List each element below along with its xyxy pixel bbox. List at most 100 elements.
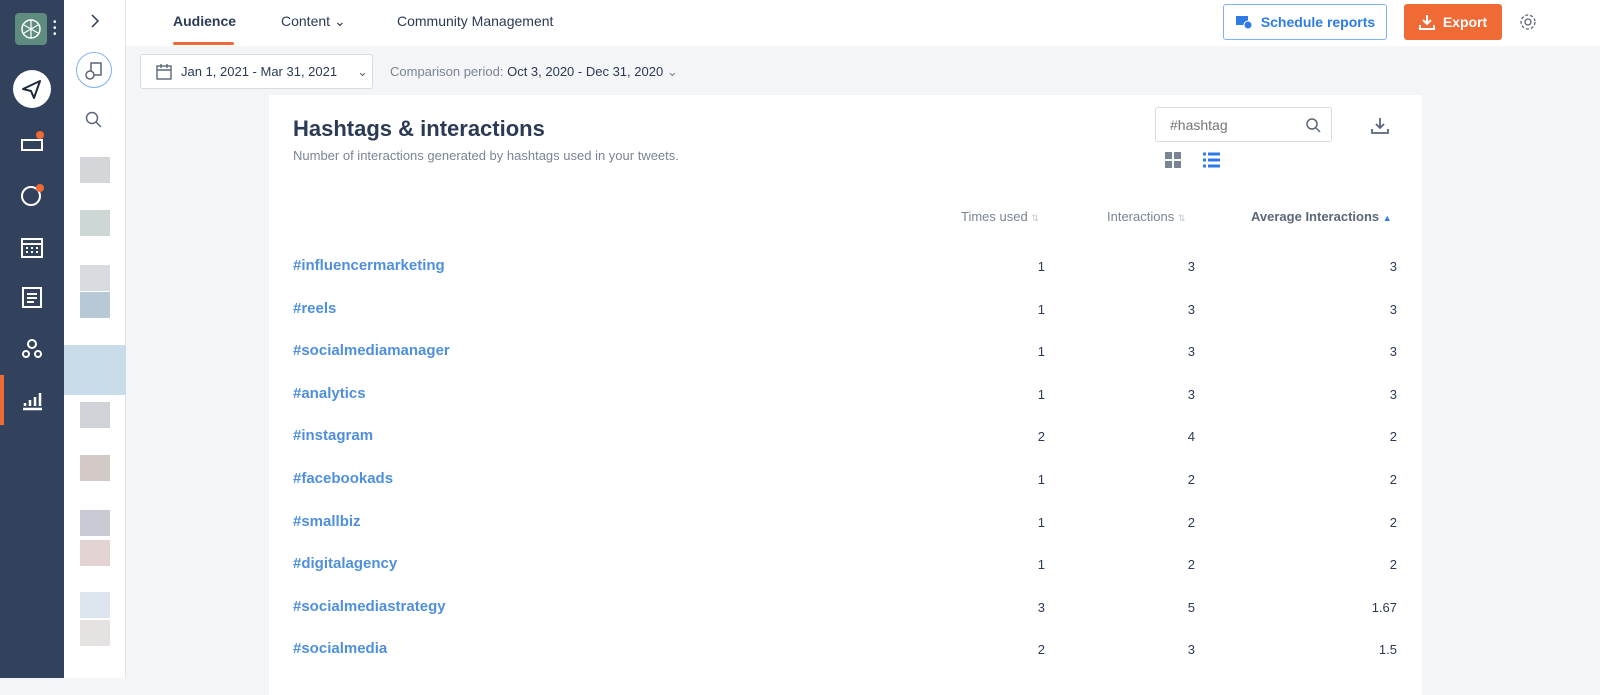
report-item[interactable] <box>80 402 110 428</box>
hashtag-link[interactable]: #instagram <box>293 427 373 444</box>
tab-community-management[interactable]: Community Management <box>397 13 553 29</box>
hashtag-search-input[interactable] <box>1170 117 1300 133</box>
sort-ascending-icon: ▲ <box>1382 213 1392 223</box>
average-interactions-value: 2 <box>1389 472 1397 487</box>
compose-button[interactable] <box>13 70 51 108</box>
report-panel <box>64 0 126 678</box>
analytics-icon[interactable] <box>20 388 44 412</box>
column-header-label: Average Interactions <box>1251 209 1380 224</box>
comparison-value: Oct 3, 2020 - Dec 31, 2020 <box>507 64 664 79</box>
column-header-times-used[interactable]: Times used ⇅ <box>961 209 1039 224</box>
interactions-value: 3 <box>1187 259 1195 274</box>
active-tab-underline <box>173 42 234 45</box>
schedule-reports-button[interactable]: Schedule reports <box>1223 4 1387 40</box>
more-icon[interactable]: • • • <box>53 18 57 40</box>
export-label: Export <box>1442 14 1488 30</box>
search-icon[interactable] <box>1305 117 1321 133</box>
average-interactions-value: 3 <box>1389 301 1397 317</box>
column-header-average-interactions[interactable]: Average Interactions ▲ <box>1251 209 1392 224</box>
download-icon[interactable] <box>1370 116 1390 136</box>
hashtag-link[interactable]: #socialmediamanager <box>293 342 450 359</box>
report-item[interactable] <box>80 540 110 566</box>
hashtag-link[interactable]: #socialmediastrategy <box>293 598 446 615</box>
tab-audience[interactable]: Audience <box>173 13 236 29</box>
table-row: #instagram 2 4 2 <box>269 418 1422 460</box>
interactions-value: 5 <box>1187 599 1195 615</box>
column-header-label: Interactions <box>1107 209 1175 224</box>
inbox-icon[interactable] <box>20 130 44 154</box>
average-interactions-value: 1.67 <box>1371 599 1397 615</box>
date-range-picker[interactable]: Jan 1, 2021 - Mar 31, 2021 ⌄ <box>140 54 373 89</box>
calendar-icon[interactable] <box>20 235 44 259</box>
tab-content-label: Content <box>281 13 331 29</box>
average-interactions-value: 3 <box>1389 259 1397 274</box>
expand-chevron-icon[interactable] <box>88 12 102 30</box>
average-interactions-value: 1.5 <box>1378 642 1397 658</box>
table-row: #influencermarketing 1 3 3 <box>269 248 1422 290</box>
column-header-label: Times used <box>961 209 1028 224</box>
export-button[interactable]: Export <box>1404 4 1502 40</box>
times-used-value: 1 <box>1037 386 1045 402</box>
times-used-value: 1 <box>1037 557 1045 573</box>
table-row: #facebookads 1 2 2 <box>269 461 1422 503</box>
comparison-label: Comparison period: <box>390 64 504 79</box>
times-used-value: 2 <box>1037 642 1045 658</box>
tasks-icon[interactable] <box>20 285 44 309</box>
times-used-value: 1 <box>1037 301 1045 317</box>
gear-icon[interactable] <box>1519 13 1537 31</box>
sort-icon: ⇅ <box>1177 213 1186 223</box>
search-icon[interactable] <box>84 110 104 130</box>
table-row: #analytics 1 3 3 <box>269 376 1422 418</box>
report-item[interactable] <box>80 292 110 318</box>
average-interactions-value: 3 <box>1389 344 1397 360</box>
hashtags-card: Hashtags & interactions Number of intera… <box>269 95 1422 695</box>
report-item[interactable] <box>80 210 110 236</box>
report-item[interactable] <box>80 510 110 536</box>
tab-content[interactable]: Content ⌄ <box>281 13 346 30</box>
report-item-selected[interactable] <box>64 345 126 395</box>
comparison-period-picker[interactable]: Comparison period: Oct 3, 2020 - Dec 31,… <box>390 64 678 80</box>
interactions-value: 2 <box>1187 472 1195 487</box>
report-item[interactable] <box>80 620 110 646</box>
times-used-value: 1 <box>1037 472 1045 487</box>
chevron-down-icon: ⌄ <box>666 64 678 79</box>
interactions-value: 3 <box>1187 301 1195 317</box>
average-interactions-value: 3 <box>1389 386 1397 402</box>
users-icon[interactable] <box>20 337 44 361</box>
report-item[interactable] <box>80 265 110 291</box>
chevron-down-icon: ⌄ <box>357 63 369 79</box>
hashtag-link[interactable]: #reels <box>293 300 336 317</box>
table-row: #reels 1 3 3 <box>269 291 1422 333</box>
interactions-value: 2 <box>1187 514 1195 530</box>
average-interactions-value: 2 <box>1389 429 1397 445</box>
schedule-reports-label: Schedule reports <box>1260 14 1376 30</box>
hashtag-link[interactable]: #analytics <box>293 385 366 402</box>
times-used-value: 2 <box>1037 429 1045 445</box>
app-rail: • • • <box>0 0 64 678</box>
hashtag-link[interactable]: #digitalagency <box>293 555 397 572</box>
interactions-value: 3 <box>1187 642 1195 658</box>
listening-icon[interactable] <box>20 183 44 207</box>
hashtag-search[interactable] <box>1155 107 1332 142</box>
hashtag-link[interactable]: #facebookads <box>293 470 393 487</box>
report-item[interactable] <box>80 157 110 183</box>
report-item[interactable] <box>80 592 110 618</box>
download-icon <box>1418 15 1435 30</box>
hashtag-link[interactable]: #smallbiz <box>293 513 361 530</box>
interactions-value: 3 <box>1187 344 1195 360</box>
column-header-interactions[interactable]: Interactions ⇅ <box>1107 209 1185 224</box>
list-view-icon[interactable] <box>1203 152 1220 168</box>
report-item[interactable] <box>80 455 110 481</box>
interactions-value: 4 <box>1187 429 1195 445</box>
hashtag-link[interactable]: #socialmedia <box>293 640 387 657</box>
interactions-value: 2 <box>1187 557 1195 573</box>
app-logo[interactable] <box>15 13 47 45</box>
table-row: #socialmediamanager 1 3 3 <box>269 333 1422 375</box>
mail-schedule-icon <box>1235 16 1253 30</box>
hashtag-link[interactable]: #influencermarketing <box>293 257 445 274</box>
grid-view-icon[interactable] <box>1165 152 1181 168</box>
times-used-value: 3 <box>1037 599 1045 615</box>
add-report-button[interactable] <box>76 52 112 88</box>
average-interactions-value: 2 <box>1389 514 1397 530</box>
times-used-value: 1 <box>1037 259 1045 274</box>
